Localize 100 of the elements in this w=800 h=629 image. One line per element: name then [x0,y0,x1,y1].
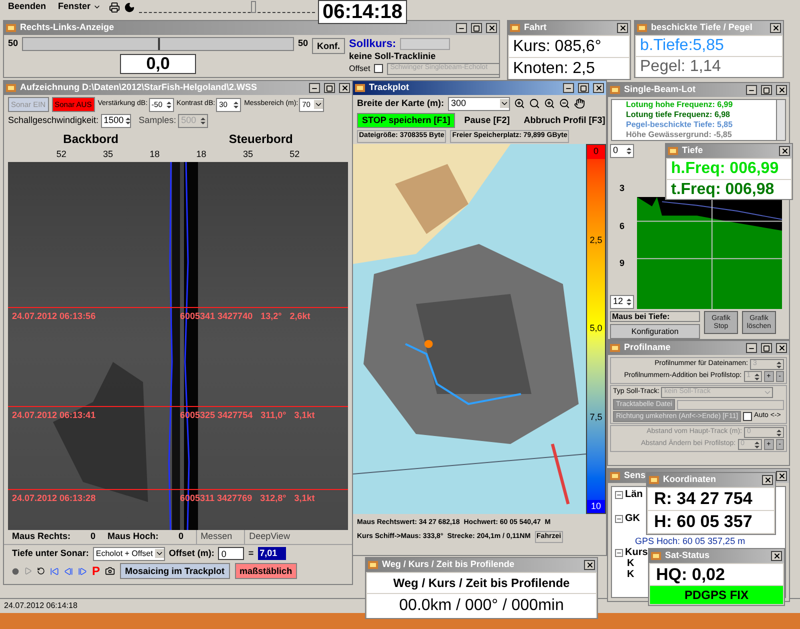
close-button[interactable] [776,343,787,353]
close-button[interactable] [770,23,781,33]
collapse-icon[interactable] [615,490,623,498]
marker-speed: 3,1kt [294,408,315,422]
port-side-heading: Backbord [63,131,119,148]
menu-button[interactable]: Fenster [54,0,105,14]
maximize-button[interactable] [761,85,772,95]
maximize-icon [326,84,333,92]
app-icon [637,23,647,33]
collapse-icon[interactable] [615,548,623,556]
spin-arrows-icon [625,146,633,156]
label: Breite der Karte (m): [357,96,444,110]
app-icon [6,83,16,93]
app-icon [610,471,620,481]
close-icon [778,344,786,352]
close-button[interactable] [771,551,782,561]
close-button[interactable] [776,85,787,95]
scale-label: 50 [8,37,18,50]
minimize-button[interactable] [746,343,757,353]
window-title: Trackplot [369,81,410,94]
close-button[interactable] [593,83,604,93]
close-icon [764,476,772,484]
brightness-slider[interactable] [138,1,315,13]
series-item[interactable]: Höhe Gewässergrund: -5,85 [626,130,776,140]
moon-icon[interactable] [124,2,135,12]
step-back-icon[interactable] [64,566,73,576]
close-button[interactable] [617,23,628,33]
scale-button[interactable]: maßstäblich [234,563,298,579]
dropdown-field[interactable]: 300 [448,96,510,110]
minimize-button[interactable] [309,83,320,93]
mouse-label: Maus Rechts: [12,530,71,544]
range-tick: 52 [290,148,300,161]
record-control-button[interactable]: STOP speichern [F1] [357,113,456,128]
checkbox[interactable] [743,412,752,421]
maximize-button[interactable] [578,83,589,93]
app-icon [649,475,659,485]
clock-display: 06:14:18 [318,0,407,24]
northing-display: H: 60 05 357 [648,511,774,533]
close-button[interactable] [584,560,595,570]
camera-icon[interactable] [105,566,116,576]
record-icon[interactable] [12,568,19,574]
reset-icon[interactable] [37,567,45,575]
hand-icon[interactable] [574,98,586,109]
caret-icon [92,3,101,11]
high-frequency-display: h.Freq: 006,99 [667,159,791,179]
printer-icon[interactable] [108,2,120,12]
maximize-button[interactable] [471,23,482,33]
tree-item: K [626,569,634,580]
offset-label: Offset [349,62,370,74]
depth-tick: 9 [619,257,624,270]
konf-button[interactable]: Konf. [312,38,346,54]
zoom-out-icon[interactable] [559,98,570,109]
series-item[interactable]: Lotung tiefe Frequenz: 6,98 [626,110,776,120]
tree-group: GK [625,513,640,524]
maximize-button[interactable] [324,83,335,93]
dropdown-field[interactable]: Echolot + Offset [92,546,165,560]
minimize-button[interactable] [563,83,574,93]
close-button[interactable] [486,23,497,33]
app-icon [610,343,620,353]
spin-field[interactable]: 12 [610,295,634,309]
checkbox[interactable] [374,64,384,73]
app-icon [355,83,365,93]
scale-label: 50 [298,37,308,50]
step-forward-icon[interactable] [78,566,87,576]
tree-item: K [626,558,634,569]
range-tick: 35 [102,148,113,161]
tree-group: Län [625,489,643,500]
menu-button[interactable]: Beenden [4,0,50,14]
label: Offset (m): [168,546,214,560]
scale-tick: 7,5 [588,410,604,424]
zoom-in-icon[interactable] [544,98,556,109]
marker-time: 24.07.2012 06:13:56 [11,310,97,322]
offset-field[interactable]: 0 [218,547,244,560]
depth-tick: 3 [619,182,624,196]
app-icon [668,146,678,156]
mosaic-button[interactable]: Mosaicing im Trackplot [120,563,230,579]
configuration-button[interactable]: Konfiguration [610,324,700,339]
minimize-button[interactable] [746,85,757,95]
close-button[interactable] [339,83,350,93]
scale-tick: 2,5 [588,234,604,247]
spin-field[interactable]: 0 [610,144,634,158]
search-icon[interactable] [529,98,540,109]
spin-field[interactable]: 1500 [100,114,131,128]
window-title: Rechts-Links-Anzeige [20,21,114,34]
zoom-in-icon[interactable] [514,98,526,109]
close-button[interactable] [779,146,790,156]
sollkurs-label: Sollkurs: [349,36,396,52]
maximize-button[interactable] [761,343,772,353]
close-icon [618,24,626,32]
collapse-icon[interactable] [615,514,623,522]
close-button[interactable] [762,475,773,485]
close-button[interactable] [776,471,787,481]
track-status: keine Soll-Tracklinie [349,51,437,62]
spin-arrows-icon [625,297,633,307]
skip-back-icon[interactable] [50,566,59,576]
scale-tick: 10 [587,500,605,513]
app-icon [651,551,661,561]
minimize-button[interactable] [456,23,467,33]
depth-result: 7,01 [258,547,286,560]
slider-thumb[interactable] [251,1,256,13]
